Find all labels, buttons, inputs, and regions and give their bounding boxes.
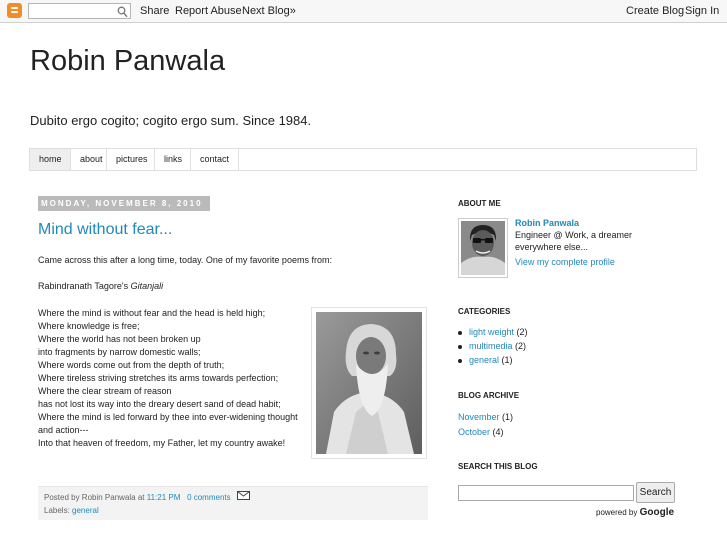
tab-home[interactable]: home — [30, 149, 71, 170]
poem-line: Where words come out from the depth of t… — [38, 360, 225, 370]
navbar-search-input[interactable] — [31, 5, 113, 17]
profile-description: Engineer @ Work, a dreamer everywhere el… — [515, 230, 633, 252]
post-intro-text: Came across this after a long time, toda… — [38, 255, 332, 265]
email-post-icon[interactable] — [237, 491, 251, 504]
powered-by-google: powered by Google — [596, 507, 674, 518]
attribution-prefix: Rabindranath Tagore's — [38, 281, 131, 291]
next-blog-link[interactable]: Next Blog» — [242, 5, 296, 17]
poem-text: Where the mind is without fear and the h… — [38, 307, 298, 450]
labels-prefix: Labels: — [44, 506, 73, 516]
archive-count: (4) — [492, 427, 504, 437]
list-item: general (1) — [458, 355, 528, 369]
tab-pictures[interactable]: pictures — [107, 149, 155, 170]
poem-line: Where the clear stream of reason — [38, 386, 172, 396]
category-link-light-weight[interactable]: light weight — [469, 327, 514, 337]
google-logo: Google — [639, 507, 675, 518]
report-abuse-link[interactable]: Report Abuse — [175, 5, 242, 17]
list-item: light weight (2) — [458, 327, 528, 341]
post-title[interactable]: Mind without fear... — [38, 221, 172, 239]
poem-line: and action--- — [38, 425, 89, 435]
posted-by-text: Posted by Robin Panwala at — [44, 493, 147, 502]
category-link-multimedia[interactable]: multimedia — [469, 341, 513, 351]
navbar-search-box — [28, 3, 131, 19]
create-blog-link[interactable]: Create Blog — [626, 5, 684, 17]
tab-contact[interactable]: contact — [191, 149, 239, 170]
search-icon[interactable] — [117, 5, 128, 23]
category-count: (2) — [516, 327, 528, 337]
list-item: November (1) — [458, 412, 513, 427]
search-button[interactable]: Search — [636, 482, 675, 503]
post-footer: Posted by Robin Panwala at 11:21 PM 0 co… — [38, 486, 428, 520]
post-labels: Labels: general — [44, 504, 422, 517]
list-item: multimedia (2) — [458, 341, 528, 355]
poem-line: Where knowledge is free; — [38, 321, 140, 331]
comments-link[interactable]: 0 comments — [187, 493, 231, 502]
tab-links[interactable]: links — [155, 149, 191, 170]
poem-line: Where tireless striving stretches its ar… — [38, 373, 279, 383]
blogger-logo-icon[interactable] — [7, 3, 22, 18]
archive-list: November (1) October (4) — [458, 412, 513, 442]
view-profile-link[interactable]: View my complete profile — [515, 257, 615, 267]
poem-line: into fragments by narrow domestic walls; — [38, 347, 201, 357]
tab-about[interactable]: about — [71, 149, 107, 170]
sign-in-link[interactable]: Sign In — [685, 5, 719, 17]
archive-count: (1) — [502, 412, 514, 422]
profile-name-link[interactable]: Robin Panwala — [515, 218, 579, 228]
post-attribution: Rabindranath Tagore's Gitanjali — [38, 280, 428, 293]
blog-title[interactable]: Robin Panwala — [30, 45, 225, 78]
blogger-navbar: Share Report Abuse Next Blog» Create Blo… — [0, 0, 727, 23]
post-meta: Posted by Robin Panwala at 11:21 PM 0 co… — [44, 491, 422, 504]
category-count: (1) — [501, 355, 513, 365]
post-date-header: MONDAY, NOVEMBER 8, 2010 — [38, 196, 210, 211]
poem-line: Into that heaven of freedom, my Father, … — [38, 438, 286, 448]
blog-search-input[interactable] — [458, 485, 634, 501]
post-intro: Came across this after a long time, toda… — [38, 254, 428, 293]
blog-archive-heading: BLOG ARCHIVE — [458, 391, 520, 400]
archive-link-november[interactable]: November — [458, 412, 500, 422]
archive-link-october[interactable]: October — [458, 427, 490, 437]
powered-by-text: powered by — [596, 508, 640, 517]
attribution-book: Gitanjali — [130, 281, 164, 291]
label-link-general[interactable]: general — [72, 506, 99, 515]
list-item: October (4) — [458, 427, 513, 442]
share-link[interactable]: Share — [140, 5, 169, 17]
page-tabs: home about pictures links contact — [29, 148, 697, 171]
categories-heading: CATEGORIES — [458, 307, 511, 316]
poem-line: has not lost its way into the dreary des… — [38, 399, 281, 409]
post-time-link[interactable]: 11:21 PM — [147, 493, 181, 502]
poem-line: Where the mind is without fear and the h… — [38, 308, 266, 318]
tagore-photo[interactable] — [311, 307, 427, 459]
category-link-general[interactable]: general — [469, 355, 499, 365]
category-count: (2) — [515, 341, 527, 351]
about-me-heading: ABOUT ME — [458, 199, 501, 208]
poem-line: Where the world has not been broken up — [38, 334, 201, 344]
avatar[interactable] — [458, 218, 508, 278]
poem-line: Where the mind is led forward by thee in… — [38, 412, 298, 422]
categories-list: light weight (2) multimedia (2) general … — [458, 327, 528, 369]
search-blog-heading: SEARCH THIS BLOG — [458, 462, 538, 471]
blog-description: Dubito ergo cogito; cogito ergo sum. Sin… — [30, 113, 312, 128]
